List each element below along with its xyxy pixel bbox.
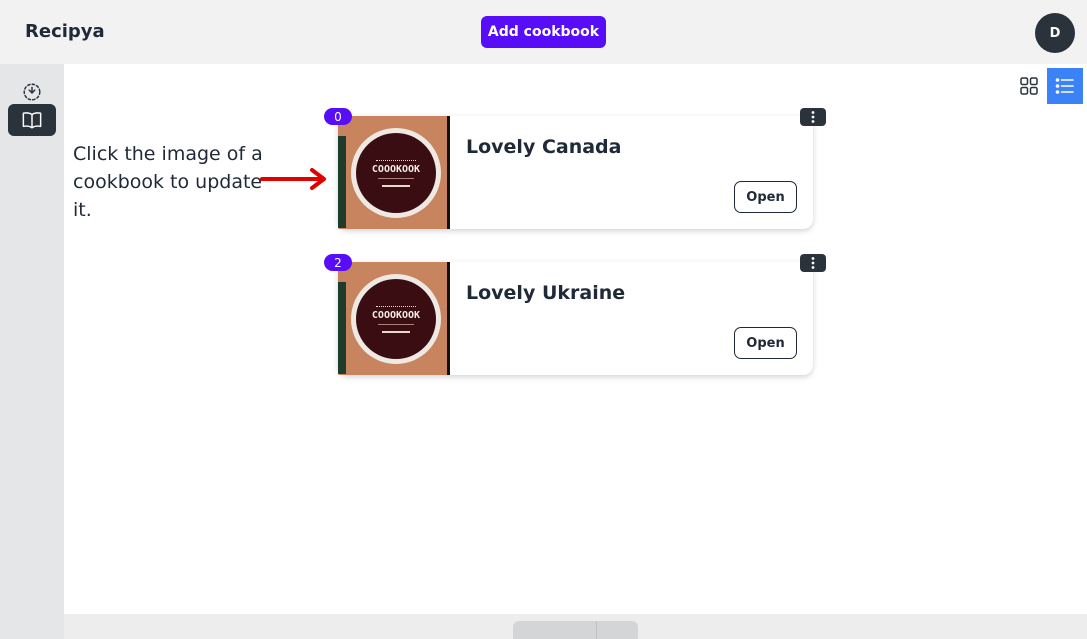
open-cookbook-button[interactable]: Open	[734, 327, 797, 359]
cookbook-cover-image[interactable]: COOOKOOK	[338, 262, 450, 375]
cover-bar	[382, 184, 410, 187]
cookbook-cover-image[interactable]: COOOKOOK	[338, 116, 450, 229]
grid-view-toggle[interactable]	[1011, 68, 1047, 104]
grid-view-icon	[1020, 77, 1038, 95]
cover-edge	[447, 116, 450, 229]
app-brand[interactable]: Recipya	[25, 21, 105, 42]
open-book-icon	[22, 112, 42, 129]
cookbook-menu-button[interactable]	[800, 254, 826, 272]
top-navbar: Recipya Add cookbook D	[0, 0, 1087, 64]
cookbook-card: COOOKOOK Lovely Canada Open 0	[324, 108, 826, 229]
cover-subline	[378, 323, 414, 325]
cover-subline	[378, 177, 414, 179]
arrow-right-icon	[260, 168, 326, 190]
bottom-tab-control[interactable]	[513, 621, 638, 639]
cover-edge	[447, 262, 450, 375]
kebab-menu-icon	[811, 257, 815, 269]
cookbook-title: Lovely Ukraine	[466, 282, 626, 304]
open-cookbook-button[interactable]: Open	[734, 181, 797, 213]
cover-dots	[376, 305, 416, 307]
cookbook-menu-button[interactable]	[800, 108, 826, 126]
select-dashed-icon	[23, 83, 41, 101]
bottom-tab-divider	[596, 621, 597, 639]
cookbook-index-badge: 0	[324, 108, 352, 125]
cookbook-index-badge: 2	[324, 254, 352, 271]
cover-plate-inner: COOOKOOK	[356, 133, 436, 213]
cover-text: COOOKOOK	[371, 163, 421, 175]
sidebar-item-cookbooks[interactable]	[8, 104, 56, 136]
kebab-menu-icon	[811, 111, 815, 123]
cover-plate: COOOKOOK	[351, 274, 441, 364]
cookbook-title: Lovely Canada	[466, 136, 622, 158]
sidebar	[0, 64, 64, 639]
cover-text: COOOKOOK	[371, 309, 421, 321]
cover-bar	[382, 330, 410, 333]
cookbook-card: COOOKOOK Lovely Ukraine Open 2	[324, 254, 826, 375]
list-view-toggle[interactable]	[1047, 68, 1083, 104]
cover-spine	[338, 282, 346, 374]
list-view-icon	[1055, 78, 1074, 94]
cover-plate-inner: COOOKOOK	[356, 279, 436, 359]
cover-spine	[338, 136, 346, 228]
cover-plate: COOOKOOK	[351, 128, 441, 218]
add-cookbook-button[interactable]: Add cookbook	[481, 16, 606, 48]
update-hint-text: Click the image of a cookbook to update …	[73, 143, 263, 221]
user-avatar[interactable]: D	[1035, 13, 1075, 53]
cover-dots	[376, 159, 416, 161]
